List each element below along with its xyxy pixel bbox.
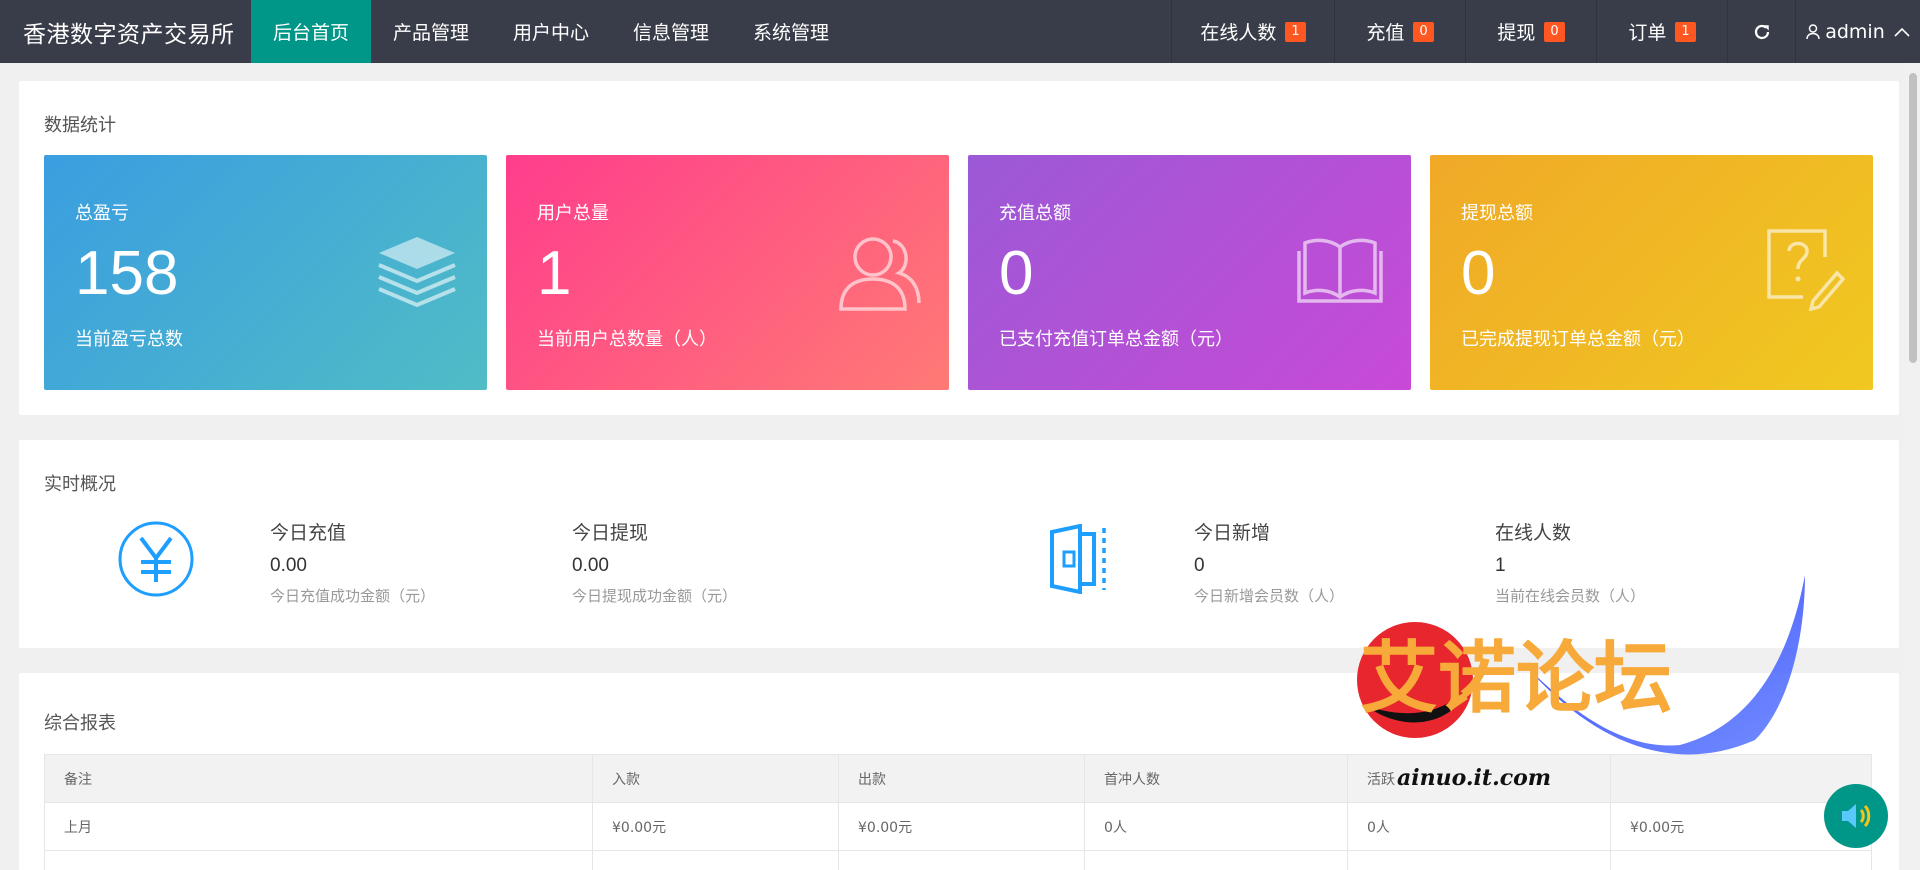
card-value: 1	[537, 239, 572, 308]
table-cell	[838, 850, 1085, 870]
brand-title: 香港数字资产交易所	[23, 21, 235, 48]
rt-sub: 当前在线会员数（人）	[1495, 587, 1646, 605]
report-table: 备注 入款 出款 首冲人数 活跃 上月 ¥0.00元 ¥0.00元 0人 0人 …	[44, 754, 1872, 870]
online-users-badge: 1	[1285, 21, 1306, 42]
card-label: 充值总额	[999, 203, 1071, 224]
refresh-button[interactable]	[1727, 0, 1795, 63]
floating-audio-button[interactable]	[1824, 784, 1888, 848]
col-active: 活跃	[1347, 754, 1611, 803]
layers-icon	[378, 237, 456, 308]
realtime-title: 实时概况	[44, 474, 116, 495]
nav-item-info[interactable]: 信息管理	[611, 0, 731, 63]
rt-sub: 今日提现成功金额（元）	[572, 587, 738, 605]
stat-card-profit[interactable]: 总盈亏 158 当前盈亏总数	[44, 155, 487, 390]
col-first-deposit: 首冲人数	[1084, 754, 1348, 803]
withdraw-link[interactable]: 提现 0	[1465, 0, 1596, 63]
nav-right: 在线人数 1 充值 0 提现 0 订单 1 admin	[1171, 0, 1920, 63]
table-cell: 0人	[1347, 802, 1611, 851]
table-row	[44, 850, 1872, 870]
card-value: 0	[1461, 239, 1496, 308]
page-scrollbar[interactable]	[1906, 63, 1920, 870]
stat-card-users[interactable]: 用户总量 1 当前用户总数量（人）	[506, 155, 949, 390]
recharge-badge: 0	[1413, 21, 1434, 42]
card-value: 0	[999, 239, 1034, 308]
order-label: 订单	[1628, 22, 1667, 44]
report-title: 综合报表	[44, 713, 116, 734]
stat-card-withdraw[interactable]: 提现总额 0 已完成提现订单总金额（元）	[1430, 155, 1873, 390]
card-desc: 当前用户总数量（人）	[537, 329, 717, 350]
table-row: 上月 ¥0.00元 ¥0.00元 0人 0人 ¥0.00元	[44, 802, 1872, 851]
scrollbar-thumb[interactable]	[1909, 73, 1917, 363]
today-new-members: 今日新增 0 今日新增会员数（人）	[1194, 518, 1344, 606]
nav-item-users[interactable]: 用户中心	[491, 0, 611, 63]
rt-value: 0	[1194, 555, 1205, 576]
top-navbar: 香港数字资产交易所 后台首页 产品管理 用户中心 信息管理 系统管理 在线人数 …	[0, 0, 1920, 63]
rt-value: 0.00	[270, 555, 307, 576]
nav-item-home[interactable]: 后台首页	[251, 0, 371, 63]
card-desc: 已支付充值订单总金额（元）	[999, 329, 1233, 350]
user-icon	[1806, 23, 1820, 39]
online-users-link[interactable]: 在线人数 1	[1171, 0, 1334, 63]
nav-item-system[interactable]: 系统管理	[731, 0, 851, 63]
stat-card-recharge[interactable]: 充值总额 0 已支付充值订单总金额（元）	[968, 155, 1411, 390]
refresh-icon	[1754, 24, 1769, 39]
door-exit-icon	[1050, 524, 1106, 594]
rt-label: 今日提现	[572, 522, 649, 544]
table-cell: ¥0.00元	[838, 802, 1085, 851]
username: admin	[1825, 20, 1885, 43]
card-label: 用户总量	[537, 203, 609, 224]
rt-value: 0.00	[572, 555, 609, 576]
recharge-link[interactable]: 充值 0	[1334, 0, 1465, 63]
yen-icon	[118, 521, 194, 597]
today-withdraw: 今日提现 0.00 今日提现成功金额（元）	[572, 518, 737, 606]
online-members: 在线人数 1 当前在线会员数（人）	[1495, 518, 1645, 606]
card-value: 158	[75, 239, 179, 308]
user-menu[interactable]: admin	[1795, 0, 1920, 63]
nav-item-products[interactable]: 产品管理	[371, 0, 491, 63]
table-cell	[44, 850, 593, 870]
col-outgo: 出款	[838, 754, 1085, 803]
rt-value: 1	[1495, 555, 1506, 576]
withdraw-badge: 0	[1544, 21, 1565, 42]
col-remark: 备注	[44, 754, 593, 803]
card-label: 总盈亏	[75, 203, 129, 224]
order-link[interactable]: 订单 1	[1596, 0, 1727, 63]
table-cell	[1610, 850, 1872, 870]
table-header-row: 备注 入款 出款 首冲人数 活跃	[44, 754, 1872, 803]
chevron-up-icon	[1894, 27, 1910, 37]
stats-title: 数据统计	[44, 115, 116, 136]
order-badge: 1	[1675, 21, 1696, 42]
col-income: 入款	[592, 754, 839, 803]
withdraw-label: 提现	[1497, 22, 1536, 44]
table-cell	[1347, 850, 1611, 870]
rt-label: 在线人数	[1495, 522, 1572, 544]
table-cell	[1084, 850, 1348, 870]
rt-sub: 今日新增会员数（人）	[1194, 587, 1345, 605]
table-cell	[592, 850, 839, 870]
book-icon	[1297, 238, 1383, 303]
table-cell: ¥0.00元	[592, 802, 839, 851]
card-label: 提现总额	[1461, 203, 1533, 224]
users-icon	[839, 237, 921, 311]
recharge-label: 充值	[1366, 22, 1405, 44]
rt-label: 今日充值	[270, 522, 347, 544]
table-cell: 0人	[1084, 802, 1348, 851]
table-cell: 上月	[44, 802, 593, 851]
today-recharge: 今日充值 0.00 今日充值成功金额（元）	[270, 518, 435, 606]
card-desc: 当前盈亏总数	[75, 329, 183, 350]
help-edit-icon	[1767, 229, 1845, 311]
rt-sub: 今日充值成功金额（元）	[270, 587, 436, 605]
speaker-icon	[1842, 804, 1871, 828]
online-users-label: 在线人数	[1200, 22, 1277, 44]
rt-label: 今日新增	[1194, 522, 1271, 544]
card-desc: 已完成提现订单总金额（元）	[1461, 329, 1695, 350]
